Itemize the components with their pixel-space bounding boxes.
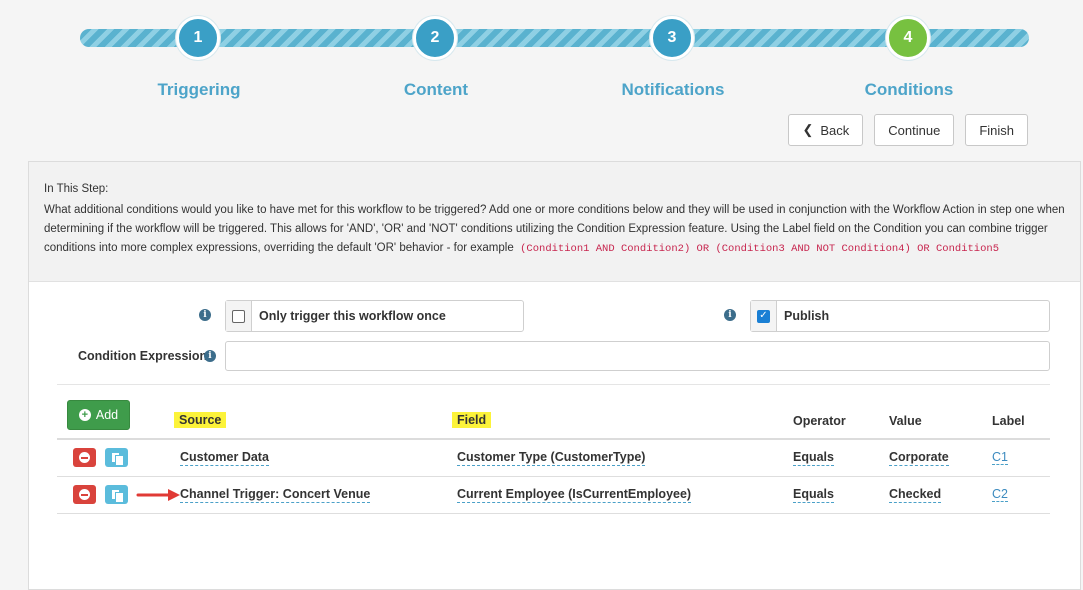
info-icon[interactable]: i (724, 309, 736, 321)
progress-track (672, 29, 909, 47)
step-3-circle[interactable]: 3 (650, 16, 694, 60)
label-link[interactable]: C1 (992, 450, 1008, 465)
publish-checkbox[interactable]: ✓ (757, 309, 770, 323)
continue-button[interactable]: Continue (874, 114, 955, 146)
wizard-nav-buttons: ❮ Back Continue Finish (788, 114, 1028, 146)
plus-circle-icon: + (78, 409, 91, 421)
delete-condition-button[interactable] (73, 448, 96, 467)
back-button-label: Back (820, 122, 850, 138)
minus-circle-icon (79, 452, 90, 463)
copy-icon (110, 451, 124, 466)
step-1-label[interactable]: Triggering (119, 80, 279, 100)
condition-expression-label: Condition Expression (78, 349, 208, 363)
finish-button[interactable]: Finish (965, 114, 1028, 146)
add-condition-button[interactable]: + Add (67, 400, 130, 430)
column-header-source: Source (174, 412, 227, 428)
step-1-circle[interactable]: 1 (176, 16, 220, 60)
value-link[interactable]: Corporate (889, 450, 949, 466)
operator-link[interactable]: Equals (793, 450, 834, 466)
divider (57, 384, 1050, 385)
column-header-operator: Operator (793, 414, 846, 428)
back-button[interactable]: ❮ Back (788, 114, 864, 146)
red-arrow-annotation-icon (136, 489, 180, 501)
step-help-box: In This Step: What additional conditions… (29, 162, 1080, 282)
step-2-circle[interactable]: 2 (413, 16, 457, 60)
source-link[interactable]: Channel Trigger: Concert Venue (180, 487, 371, 503)
step-2-label[interactable]: Content (356, 80, 516, 100)
example-expression: (Condition1 AND Condition2) OR (Conditio… (520, 243, 1000, 255)
conditions-panel: In This Step: What additional conditions… (28, 161, 1081, 590)
row-divider (57, 513, 1050, 514)
progress-track (435, 29, 672, 47)
chevron-left-icon: ❮ (802, 122, 814, 137)
delete-condition-button[interactable] (73, 485, 96, 504)
copy-condition-button[interactable] (105, 485, 128, 504)
info-icon[interactable]: i (199, 309, 211, 321)
column-header-field: Field (452, 412, 492, 428)
step-4-label[interactable]: Conditions (829, 80, 989, 100)
publish-checkbox-group[interactable]: ✓ Publish (750, 300, 1050, 332)
column-header-label: Label (992, 414, 1025, 428)
progress-track (198, 29, 435, 47)
label-link[interactable]: C2 (992, 487, 1008, 502)
condition-expression-input[interactable] (225, 341, 1050, 371)
trigger-once-checkbox[interactable] (232, 309, 245, 323)
table-header-divider (57, 438, 1050, 440)
copy-condition-button[interactable] (105, 448, 128, 467)
publish-label: Publish (784, 309, 830, 323)
checkbox-addon: ✓ (751, 301, 777, 331)
checkbox-addon (226, 301, 252, 331)
add-button-label: Add (95, 408, 119, 422)
info-icon[interactable]: i (204, 350, 216, 362)
step-4-circle[interactable]: 4 (886, 16, 930, 60)
row-divider (57, 476, 1050, 477)
trigger-once-label: Only trigger this workflow once (259, 309, 446, 323)
step-3-label[interactable]: Notifications (593, 80, 753, 100)
workflow-wizard-page: 1 2 3 4 Triggering Content Notifications… (0, 0, 1083, 590)
help-heading: In This Step: (44, 183, 109, 195)
value-link[interactable]: Checked (889, 487, 942, 503)
field-link[interactable]: Customer Type (CustomerType) (457, 450, 646, 466)
source-link[interactable]: Customer Data (180, 450, 269, 466)
operator-link[interactable]: Equals (793, 487, 834, 503)
help-text: What additional conditions would you lik… (44, 201, 1065, 259)
wizard-stepper: 1 2 3 4 Triggering Content Notifications… (0, 0, 1083, 110)
trigger-once-checkbox-group[interactable]: Only trigger this workflow once (225, 300, 524, 332)
field-link[interactable]: Current Employee (IsCurrentEmployee) (457, 487, 692, 503)
copy-icon (110, 488, 124, 503)
column-header-value: Value (889, 414, 922, 428)
minus-circle-icon (79, 489, 90, 500)
